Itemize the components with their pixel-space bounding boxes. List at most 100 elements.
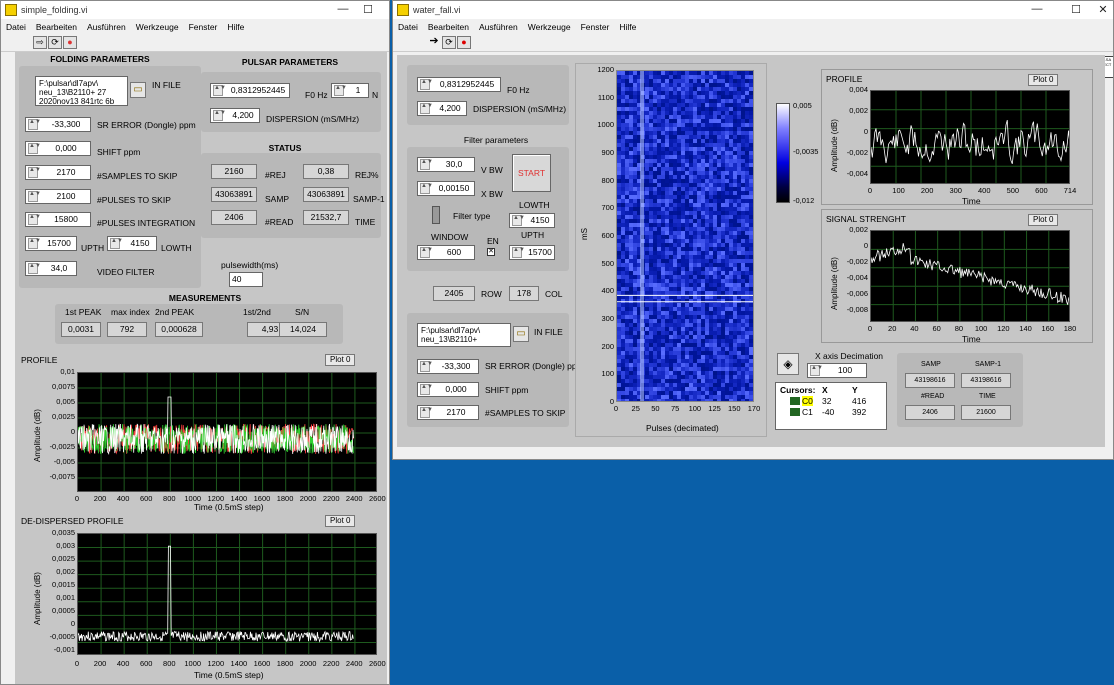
- menu-ausfuehren[interactable]: Ausführen: [87, 22, 126, 32]
- waterfall-cell: [725, 347, 729, 351]
- wf-profile-plot-area[interactable]: [870, 90, 1070, 184]
- waterfall-cell: [705, 167, 709, 171]
- waterfall-cell: [705, 287, 709, 291]
- f0-label: F0 Hz: [507, 85, 530, 95]
- filter-type-switch[interactable]: [432, 206, 440, 224]
- menu-fenster[interactable]: Fenster: [581, 22, 610, 32]
- video-filter-input[interactable]: ▲▼ 34,0: [25, 261, 77, 276]
- maximize-icon[interactable]: ☐: [356, 3, 380, 16]
- waterfall-cell: [649, 359, 653, 363]
- in-file-path[interactable]: F:\pulsar\dl7apv\ neu_13\B2110+: [417, 323, 511, 347]
- dispersion-input[interactable]: ▲▼ 4,200: [210, 108, 260, 123]
- minimize-icon[interactable]: —: [331, 3, 355, 15]
- waterfall-cell: [629, 167, 633, 171]
- f0-input[interactable]: ▲▼ 0,8312952445: [210, 83, 290, 98]
- waterfall-cell: [697, 263, 701, 267]
- waterfall-cell: [645, 395, 649, 399]
- menu-hilfe[interactable]: Hilfe: [619, 22, 636, 32]
- waterfall-cell: [629, 335, 633, 339]
- waterfall-cell: [681, 143, 685, 147]
- cursor-c1-name[interactable]: C1: [802, 407, 813, 417]
- run-arrow-icon[interactable]: ⇨: [33, 36, 47, 49]
- waterfall-plot-area[interactable]: [616, 70, 754, 402]
- waterfall-cell: [673, 163, 677, 167]
- cursor-c0-name[interactable]: C0: [802, 396, 813, 406]
- en-checkbox[interactable]: ✕: [487, 248, 495, 256]
- waterfall-cell: [717, 283, 721, 287]
- menu-datei[interactable]: Datei: [6, 22, 26, 32]
- waterfall-cell: [713, 363, 717, 367]
- waterfall-cell: [657, 79, 661, 83]
- title-bar[interactable]: simple_folding.vi — ☐: [1, 1, 389, 19]
- menu-ausfuehren[interactable]: Ausführen: [479, 22, 518, 32]
- waterfall-cell: [745, 199, 749, 203]
- stop-icon[interactable]: ●: [63, 36, 77, 49]
- graph-palette-icon[interactable]: ◈: [777, 353, 799, 375]
- window-input[interactable]: ▲▼ 600: [417, 245, 475, 260]
- menu-bearbeiten[interactable]: Bearbeiten: [36, 22, 77, 32]
- pulses-skip-input[interactable]: ▲▼ 2100: [25, 189, 91, 204]
- waterfall-cell: [677, 91, 681, 95]
- signal-plot-area[interactable]: [870, 230, 1070, 322]
- menu-werkzeuge[interactable]: Werkzeuge: [136, 22, 179, 32]
- pulsewidth-input[interactable]: 40: [229, 272, 263, 287]
- f0-input[interactable]: ▲▼ 0,8312952445: [417, 77, 501, 92]
- pulses-int-input[interactable]: ▲▼ 15800: [25, 212, 91, 227]
- start-button[interactable]: START: [512, 154, 551, 192]
- waterfall-cell: [685, 283, 689, 287]
- waterfall-cell: [665, 307, 669, 311]
- shift-input[interactable]: ▲▼ 0,000: [25, 141, 91, 156]
- waterfall-cell: [705, 71, 709, 75]
- dedispersed-plot-legend[interactable]: Plot 0: [325, 515, 356, 527]
- menu-werkzeuge[interactable]: Werkzeuge: [528, 22, 571, 32]
- waterfall-cell: [717, 195, 721, 199]
- waterfall-cell: [733, 299, 737, 303]
- dispersion-input[interactable]: ▲▼ 4,200: [417, 101, 467, 116]
- folder-icon[interactable]: ▭: [513, 326, 529, 342]
- run-continuous-icon[interactable]: ⟳: [442, 36, 456, 49]
- waterfall-cell: [657, 199, 661, 203]
- dedispersed-plot-area[interactable]: [77, 533, 377, 655]
- sr-error-input[interactable]: ▲▼ -33,300: [25, 117, 91, 132]
- signal-series: [871, 243, 1069, 305]
- wf-profile-legend[interactable]: Plot 0: [1028, 74, 1059, 86]
- menu-hilfe[interactable]: Hilfe: [227, 22, 244, 32]
- in-file-path[interactable]: F:\pulsar\dl7apv\ neu_13\B2110+ 27 2020n…: [35, 76, 128, 106]
- menu-bearbeiten[interactable]: Bearbeiten: [428, 22, 469, 32]
- waterfall-cell: [749, 239, 753, 243]
- lowth-input[interactable]: ▲▼ 4150: [509, 213, 555, 228]
- xdec-input[interactable]: ▲▼ 100: [807, 363, 867, 378]
- waterfall-cell: [649, 151, 653, 155]
- run-continuous-icon[interactable]: ⟳: [48, 36, 62, 49]
- stop-icon[interactable]: ●: [457, 36, 471, 49]
- n-input[interactable]: ▲▼ 1: [331, 83, 369, 98]
- sr-error-input[interactable]: ▲▼ -33,300: [417, 359, 479, 374]
- folder-icon[interactable]: ▭: [130, 82, 146, 98]
- menu-datei[interactable]: Datei: [398, 22, 418, 32]
- xbw-input[interactable]: ▲▼ 0,00150: [417, 181, 475, 196]
- profile-plot-legend[interactable]: Plot 0: [325, 354, 356, 366]
- profile-plot-area[interactable]: [77, 372, 377, 492]
- shift-input[interactable]: ▲▼ 0,000: [417, 382, 479, 397]
- waterfall-cell: [693, 291, 697, 295]
- upth-input[interactable]: ▲▼ 15700: [509, 245, 555, 260]
- upth-input[interactable]: ▲▼ 15700: [25, 236, 77, 251]
- waterfall-cell: [693, 139, 697, 143]
- waterfall-cell: [717, 87, 721, 91]
- waterfall-cell: [645, 131, 649, 135]
- waterfall-cell: [733, 335, 737, 339]
- waterfall-cell: [685, 311, 689, 315]
- signal-legend[interactable]: Plot 0: [1028, 214, 1059, 226]
- lowth-input[interactable]: ▲▼ 4150: [107, 236, 157, 251]
- close-icon[interactable]: ✕: [1091, 3, 1113, 16]
- title-bar[interactable]: water_fall.vi — ☐ ✕: [393, 1, 1113, 19]
- menu-fenster[interactable]: Fenster: [189, 22, 218, 32]
- samples-skip-input[interactable]: ▲▼ 2170: [417, 405, 479, 420]
- maximize-icon[interactable]: ☐: [1064, 3, 1088, 16]
- run-arrow-icon[interactable]: ➔: [427, 36, 441, 49]
- minimize-icon[interactable]: —: [1025, 3, 1049, 15]
- waterfall-cell: [645, 135, 649, 139]
- samples-skip-input[interactable]: ▲▼ 2170: [25, 165, 91, 180]
- waterfall-cell: [669, 315, 673, 319]
- vbw-input[interactable]: ▲▼ 30,0: [417, 157, 475, 172]
